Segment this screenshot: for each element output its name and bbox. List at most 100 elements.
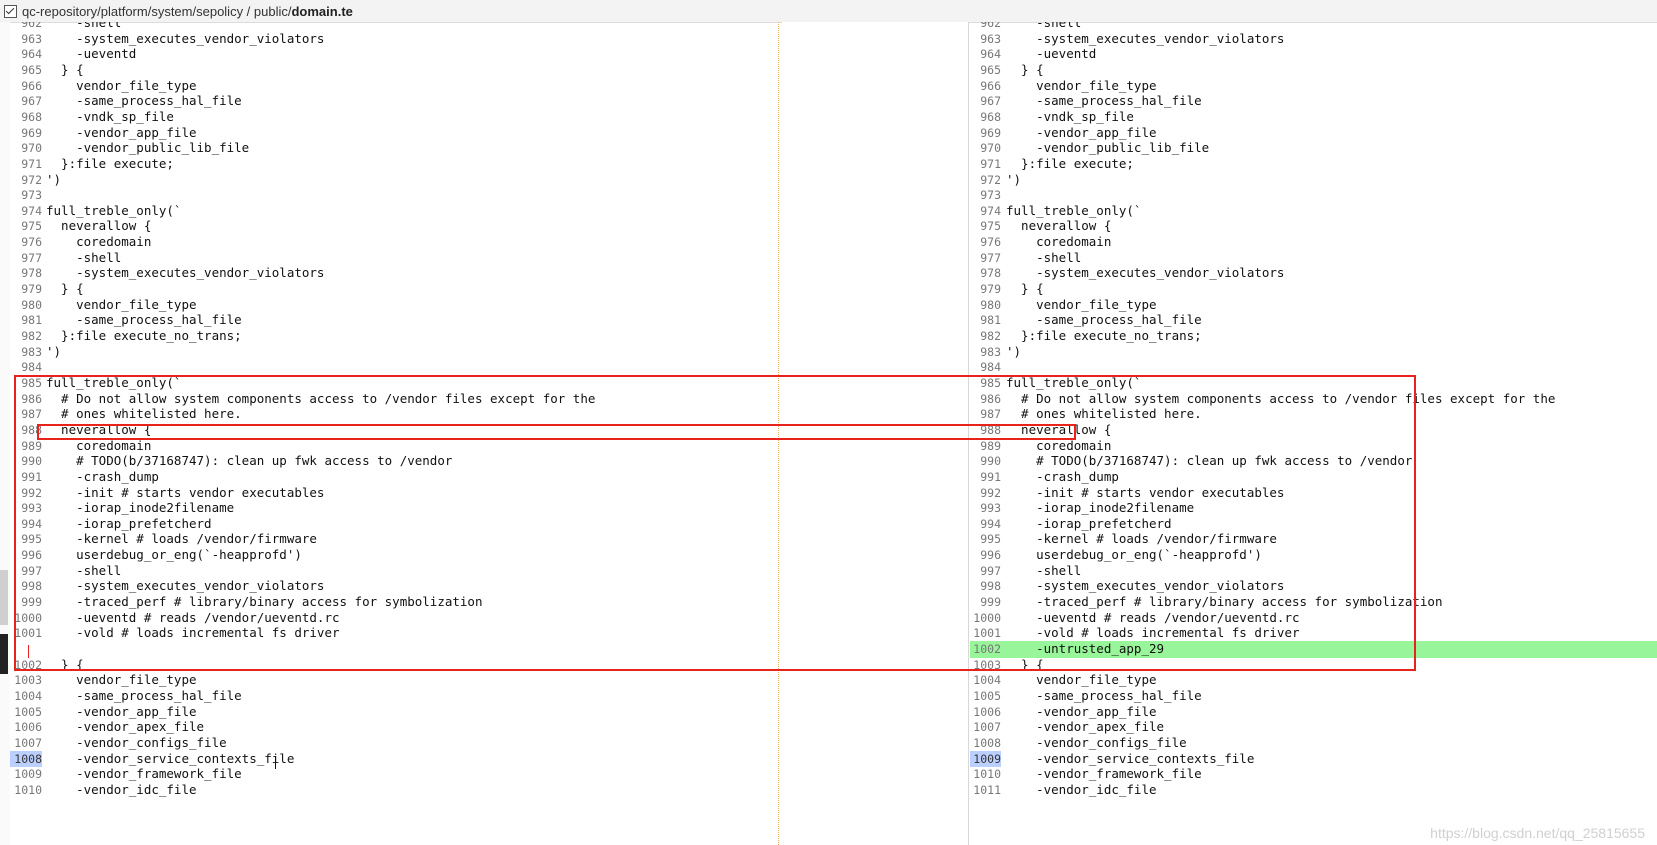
line-number: 1004 <box>973 673 1001 688</box>
code-line[interactable]: 1009 -vendor_service_contexts_file <box>970 750 1657 768</box>
code-text: -same_process_hal_file <box>46 93 242 109</box>
code-line[interactable]: 1006 -vendor_app_file <box>970 704 1657 721</box>
line-number: 1007 <box>14 735 42 750</box>
code-line[interactable]: 972 ') <box>970 172 1657 189</box>
code-line[interactable]: 1004 vendor_file_type <box>970 672 1657 689</box>
code-line[interactable]: 1005 -vendor_app_file <box>10 704 778 721</box>
code-line[interactable]: 980 vendor_file_type <box>10 297 778 314</box>
code-line[interactable]: 981 -same_process_hal_file <box>10 312 778 329</box>
code-line[interactable]: 964 -ueventd <box>10 46 778 63</box>
code-line[interactable]: 980 vendor_file_type <box>970 297 1657 314</box>
code-line[interactable]: 1007 -vendor_configs_file <box>10 735 778 752</box>
code-line[interactable]: 971 }:file execute; <box>970 156 1657 173</box>
code-line[interactable]: 984 <box>10 359 778 376</box>
code-line[interactable]: 976 coredomain <box>970 234 1657 251</box>
code-line[interactable]: 977 -shell <box>10 250 778 267</box>
code-text: ') <box>1006 343 1022 359</box>
code-line[interactable]: 982 }:file execute_no_trans; <box>970 328 1657 345</box>
code-line[interactable]: 969 -vendor_app_file <box>970 125 1657 142</box>
code-line[interactable]: 977 -shell <box>970 250 1657 267</box>
line-number: 1008 <box>973 735 1001 750</box>
code-line[interactable]: 972 ') <box>10 172 778 189</box>
line-number: 964 <box>21 47 42 62</box>
code-line[interactable]: 1007 -vendor_apex_file <box>970 719 1657 736</box>
code-line[interactable]: 968 -vndk_sp_file <box>10 109 778 126</box>
code-line[interactable]: 1005 -same_process_hal_file <box>970 688 1657 705</box>
code-line[interactable]: 983 ') <box>970 344 1657 361</box>
code-line[interactable]: 1004 -same_process_hal_file <box>10 688 778 705</box>
code-line[interactable]: 970 -vendor_public_lib_file <box>970 140 1657 157</box>
code-line[interactable]: 983 ') <box>10 344 778 361</box>
line-number: 983 <box>980 344 1001 359</box>
code-line[interactable]: 979 } { <box>970 281 1657 298</box>
code-line[interactable]: 974 full_treble_only(` <box>10 203 778 220</box>
code-line[interactable]: 973 <box>970 187 1657 204</box>
line-number: 971 <box>980 156 1001 171</box>
code-line[interactable]: 1008 -vendor_configs_file <box>970 735 1657 752</box>
code-line[interactable]: 1008 -vendor_service_contexts_file <box>10 750 778 768</box>
code-line[interactable]: 976 coredomain <box>10 234 778 251</box>
code-line[interactable]: 1011 -vendor_idc_file <box>970 782 1657 799</box>
code-line[interactable]: 975 neverallow { <box>10 218 778 235</box>
line-number: 1005 <box>14 704 42 719</box>
line-number: 979 <box>980 282 1001 297</box>
code-text: -shell <box>46 249 122 265</box>
code-line[interactable]: 1003 vendor_file_type <box>10 672 778 689</box>
file-checkbox[interactable] <box>4 4 17 18</box>
line-number: 981 <box>21 313 42 328</box>
code-line[interactable]: 1009 -vendor_framework_file <box>10 766 778 783</box>
code-line[interactable]: 973 <box>10 187 778 204</box>
code-line[interactable]: 964 -ueventd <box>970 46 1657 63</box>
code-text: } { <box>46 281 84 297</box>
code-line[interactable]: 974 full_treble_only(` <box>970 203 1657 220</box>
line-number: 970 <box>980 141 1001 156</box>
code-line[interactable]: 984 <box>970 359 1657 376</box>
code-line[interactable]: 979 } { <box>10 281 778 298</box>
code-line[interactable]: 981 -same_process_hal_file <box>970 312 1657 329</box>
code-text: -vndk_sp_file <box>1006 108 1134 124</box>
line-number: 969 <box>980 125 1001 140</box>
ruler-thumb[interactable] <box>0 634 8 674</box>
code-line[interactable]: 982 }:file execute_no_trans; <box>10 328 778 345</box>
code-line[interactable]: 965 } { <box>10 62 778 79</box>
text-caret <box>275 756 276 769</box>
code-line[interactable]: 969 -vendor_app_file <box>10 125 778 142</box>
line-number: 972 <box>980 172 1001 187</box>
code-line[interactable]: 967 -same_process_hal_file <box>10 93 778 110</box>
code-line[interactable]: 966 vendor_file_type <box>970 78 1657 95</box>
code-text: } { <box>46 61 84 77</box>
code-line[interactable]: 978 -system_executes_vendor_violators <box>970 265 1657 282</box>
code-line[interactable]: 965 } { <box>970 62 1657 79</box>
line-number: 1003 <box>14 673 42 688</box>
code-line[interactable]: 963 -system_executes_vendor_violators <box>970 31 1657 48</box>
line-number: 984 <box>21 360 42 375</box>
code-line[interactable]: 978 -system_executes_vendor_violators <box>10 265 778 282</box>
code-line[interactable]: 1010 -vendor_idc_file <box>10 782 778 799</box>
line-number: 979 <box>21 282 42 297</box>
line-number: 977 <box>21 250 42 265</box>
code-text: -same_process_hal_file <box>1006 687 1202 703</box>
file-name: domain.te <box>291 3 353 19</box>
line-number: 983 <box>21 344 42 359</box>
overview-ruler[interactable] <box>0 22 10 845</box>
line-number: 976 <box>980 235 1001 250</box>
code-line[interactable]: 966 vendor_file_type <box>10 78 778 95</box>
code-line[interactable]: 970 -vendor_public_lib_file <box>10 140 778 157</box>
code-line[interactable]: 971 }:file execute; <box>10 156 778 173</box>
code-text: -vendor_framework_file <box>1006 766 1202 782</box>
code-text: -same_process_hal_file <box>46 312 242 328</box>
line-number: 981 <box>980 313 1001 328</box>
code-text: } { <box>1006 281 1044 297</box>
code-line[interactable]: 968 -vndk_sp_file <box>970 109 1657 126</box>
code-line[interactable]: 1006 -vendor_apex_file <box>10 719 778 736</box>
code-line[interactable]: 963 -system_executes_vendor_violators <box>10 31 778 48</box>
line-number: 970 <box>21 141 42 156</box>
line-number: 976 <box>21 235 42 250</box>
code-line[interactable]: 1010 -vendor_framework_file <box>970 766 1657 783</box>
code-line[interactable]: 967 -same_process_hal_file <box>970 93 1657 110</box>
line-number: 964 <box>980 47 1001 62</box>
text-cursor-marker <box>28 645 29 658</box>
line-number: 977 <box>980 250 1001 265</box>
line-number: 1009 <box>970 750 1001 768</box>
code-line[interactable]: 975 neverallow { <box>970 218 1657 235</box>
